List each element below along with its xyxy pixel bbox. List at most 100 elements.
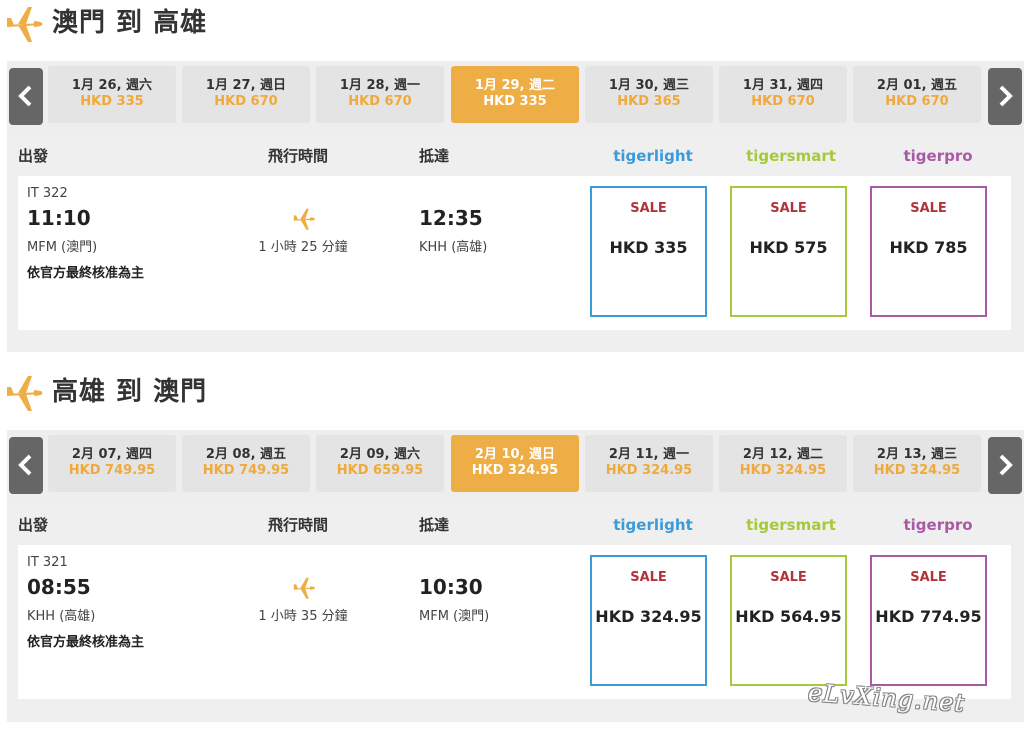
date-tab[interactable]: 2月 07, 週四 HKD 749.95 [48,435,176,492]
date-price: HKD 749.95 [68,463,156,478]
section-heading: 高雄 到 澳門 [0,369,400,413]
fare-price: HKD 774.95 [875,607,982,626]
date-tab-selected[interactable]: 1月 29, 週二 HKD 335 [451,66,579,123]
fare-price: HKD 335 [609,238,688,257]
date-tab[interactable]: 2月 12, 週二 HKD 324.95 [719,435,847,492]
tigersmart-label: tigersmart [746,147,836,165]
date-selector: 1月 26, 週六 HKD 335 1月 27, 週日 HKD 670 1月 28,… [7,61,1024,131]
duration-header: 飛行時間 [268,516,329,534]
date-label: 2月 10, 週日 [474,447,556,462]
date-label: 2月 09, 週六 [339,447,421,462]
date-tab[interactable]: 1月 31, 週四 HKD 670 [719,66,847,123]
date-price: HKD 670 [885,94,949,109]
fare-tigerpro[interactable]: SALE HKD 785 [870,186,987,317]
depart-header: 出發 [18,147,49,165]
date-tab[interactable]: 1月 30, 週三 HKD 365 [585,66,713,123]
departure-airport: KHH (高雄) [27,609,96,624]
arrive-header: 抵達 [419,147,450,165]
fare-price: HKD 564.95 [735,607,842,626]
date-tab[interactable]: 2月 11, 週一 HKD 324.95 [585,435,713,492]
date-label: 1月 28, 週一 [339,78,421,93]
flight-number: IT 322 [27,186,68,201]
tigerpro-label: tigerpro [903,147,973,165]
date-price: HKD 659.95 [336,463,424,478]
departure-time: 08:55 [27,575,91,599]
sale-badge: SALE [770,201,807,216]
date-label: 1月 26, 週六 [71,78,153,93]
approval-note: 依官方最終核准為主 [27,266,145,281]
date-label: 2月 08, 週五 [205,447,287,462]
airplane-icon [293,577,315,599]
date-price: HKD 324.95 [605,463,693,478]
arrival-time: 10:30 [419,575,483,599]
prev-date-button[interactable] [9,437,43,494]
fare-price: HKD 324.95 [595,607,702,626]
sale-badge: SALE [910,570,947,585]
date-price: HKD 670 [751,94,815,109]
next-date-button[interactable] [988,437,1022,494]
fare-tigersmart[interactable]: SALE HKD 575 [730,186,847,317]
date-selector: 2月 07, 週四 HKD 749.95 2月 08, 週五 HKD 749.95 … [7,430,1024,500]
date-price: HKD 365 [617,94,681,109]
date-price: HKD 335 [483,94,547,109]
arrive-header: 抵達 [419,516,450,534]
flight-row: IT 321 08:55 KHH (高雄) 依官方最終核准為主 1 小時 35 … [18,545,1011,699]
date-label: 1月 29, 週二 [474,78,556,93]
chevron-left-icon [18,85,32,107]
airplane-icon [7,376,43,411]
chevron-left-icon [18,454,32,476]
date-price: HKD 335 [80,94,144,109]
next-date-button[interactable] [988,68,1022,125]
departure-airport: MFM (澳門) [27,240,98,255]
fare-tigerlight[interactable]: SALE HKD 335 [590,186,707,317]
flight-row: IT 322 11:10 MFM (澳門) 依官方最終核准為主 1 小時 25 … [18,176,1011,330]
date-label: 2月 07, 週四 [71,447,153,462]
sale-badge: SALE [770,570,807,585]
fare-price: HKD 575 [749,238,828,257]
date-label: 2月 12, 週二 [742,447,824,462]
date-price: HKD 324.95 [471,463,559,478]
date-tab[interactable]: 2月 09, 週六 HKD 659.95 [316,435,444,492]
date-label: 2月 11, 週一 [608,447,690,462]
chevron-right-icon [999,85,1013,107]
flight-duration: 1 小時 35 分鐘 [258,609,348,624]
date-label: 1月 31, 週四 [742,78,824,93]
fare-tigersmart[interactable]: SALE HKD 564.95 [730,555,847,686]
date-price: HKD 670 [348,94,412,109]
sale-badge: SALE [630,201,667,216]
flight-number: IT 321 [27,555,68,570]
date-tab[interactable]: 2月 01, 週五 HKD 670 [853,66,981,123]
flight-results-panel: 出發 飛行時間 抵達 tigerlight tigersmart tigerpr… [7,131,1024,352]
chevron-right-icon [999,454,1013,476]
tigerlight-label: tigerlight [613,147,693,165]
arrival-time: 12:35 [419,206,483,230]
approval-note: 依官方最終核准為主 [27,635,145,650]
date-tab-selected[interactable]: 2月 10, 週日 HKD 324.95 [451,435,579,492]
date-label: 2月 13, 週三 [876,447,958,462]
sale-badge: SALE [630,570,667,585]
date-price: HKD 324.95 [739,463,827,478]
route-title: 高雄 到 澳門 [52,377,208,407]
fare-price: HKD 785 [889,238,968,257]
date-label: 1月 27, 週日 [205,78,287,93]
airplane-icon [293,208,315,230]
depart-header: 出發 [18,516,49,534]
fare-tigerpro[interactable]: SALE HKD 774.95 [870,555,987,686]
route-title: 澳門 到 高雄 [52,8,208,38]
flight-duration: 1 小時 25 分鐘 [258,240,348,255]
arrival-airport: MFM (澳門) [419,609,490,624]
date-label: 2月 01, 週五 [876,78,958,93]
tigerlight-label: tigerlight [613,516,693,534]
date-tab[interactable]: 2月 08, 週五 HKD 749.95 [182,435,310,492]
fare-tigerlight[interactable]: SALE HKD 324.95 [590,555,707,686]
arrival-airport: KHH (高雄) [419,240,488,255]
prev-date-button[interactable] [9,68,43,125]
tigerpro-label: tigerpro [903,516,973,534]
duration-header: 飛行時間 [268,147,329,165]
return-section: 高雄 到 澳門 2月 07, 週四 HKD 749.95 2月 08, 週五 HKD… [0,369,1024,731]
date-tab[interactable]: 1月 28, 週一 HKD 670 [316,66,444,123]
date-tab[interactable]: 1月 27, 週日 HKD 670 [182,66,310,123]
date-tab[interactable]: 2月 13, 週三 HKD 324.95 [853,435,981,492]
date-label: 1月 30, 週三 [608,78,690,93]
date-tab[interactable]: 1月 26, 週六 HKD 335 [48,66,176,123]
